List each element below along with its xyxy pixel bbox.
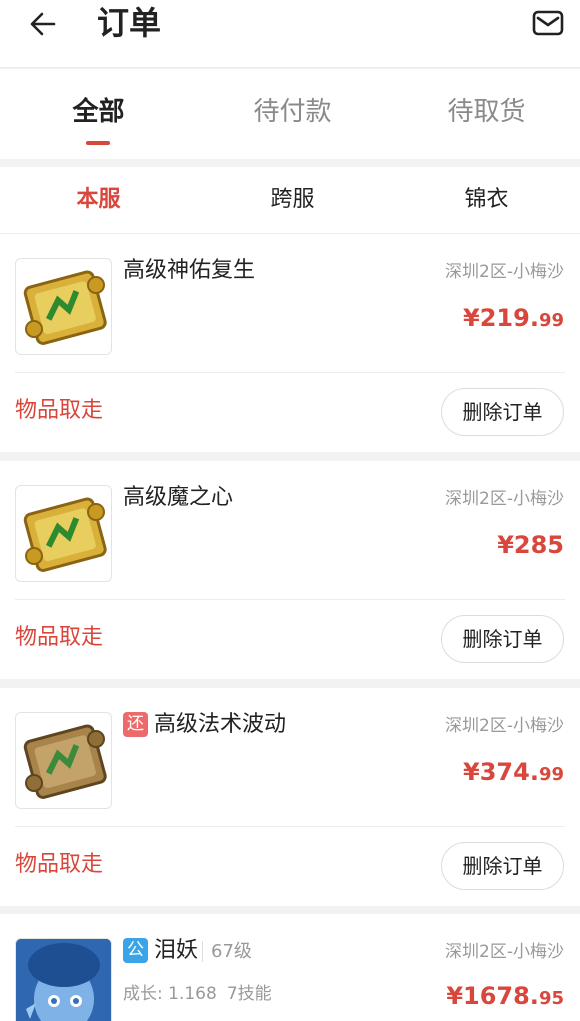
server-name: 深圳2区-小梅沙: [445, 942, 564, 962]
pet-order-card[interactable]: 公泪妖 67级 成长: 1.168 7技能 深圳2区-小梅沙 ¥1678.95: [0, 914, 580, 1021]
mail-icon[interactable]: [530, 8, 566, 38]
order-card[interactable]: 还高级法术波动 深圳2区-小梅沙 ¥374.99 物品取走 删除订单: [0, 688, 580, 906]
divider: [15, 372, 565, 373]
pet-growth: 成长: 1.168: [123, 984, 217, 1004]
item-thumbnail: [15, 485, 112, 582]
scroll-icon: [23, 724, 107, 799]
item-name-text: 高级法术波动: [154, 712, 287, 737]
order-status: 物品取走: [15, 398, 104, 423]
price: ¥1678.95: [446, 980, 564, 1015]
back-arrow-icon[interactable]: [24, 6, 64, 42]
price: ¥285: [497, 529, 564, 564]
price-cents: 99: [538, 310, 564, 331]
item-name: 高级神佑复生: [123, 258, 256, 283]
pet-stats: 成长: 1.168 7技能: [123, 982, 272, 1006]
order-status: 物品取走: [15, 852, 104, 877]
item-name: 还高级法术波动: [123, 710, 286, 740]
item-thumbnail: [15, 712, 112, 809]
price: ¥219.99: [463, 302, 564, 337]
scroll-icon: [23, 270, 107, 345]
tab-pending-pickup[interactable]: 待取货: [390, 95, 580, 129]
delete-order-button[interactable]: 删除订单: [441, 388, 564, 436]
subtab-costume[interactable]: 锦衣: [390, 185, 580, 215]
pet-skills: 7技能: [226, 984, 272, 1004]
price-main: ¥285: [497, 531, 564, 559]
server-name: 深圳2区-小梅沙: [445, 489, 564, 509]
divider: [15, 826, 565, 827]
item-thumbnail: [15, 258, 112, 355]
price-cents: 95: [538, 988, 564, 1009]
delete-order-button[interactable]: 删除订单: [441, 842, 564, 890]
subtab-local-server[interactable]: 本服: [2, 185, 195, 215]
order-card[interactable]: 高级神佑复生 深圳2区-小梅沙 ¥219.99 物品取走 删除订单: [0, 234, 580, 452]
pet-portrait-icon: [16, 939, 111, 1021]
pet-avatar: [15, 938, 112, 1021]
return-tag: 还: [123, 712, 148, 737]
pet-name: 公泪妖 67级: [123, 936, 252, 967]
scroll-icon: [23, 497, 107, 572]
item-name: 高级魔之心: [123, 485, 234, 510]
pet-name-text: 泪妖: [154, 938, 199, 963]
price-main: ¥1678.: [446, 982, 539, 1010]
price-main: ¥219.: [463, 304, 539, 332]
price-main: ¥374.: [463, 758, 539, 786]
subtab-cross-server[interactable]: 跨服: [196, 185, 389, 215]
price-cents: 99: [538, 764, 564, 785]
tab-all[interactable]: 全部: [2, 95, 195, 129]
public-tag: 公: [123, 938, 148, 963]
page-title: 订单: [97, 4, 162, 42]
tab-pending-payment[interactable]: 待付款: [196, 95, 389, 129]
price: ¥374.99: [463, 756, 564, 791]
pet-level: 67级: [202, 941, 252, 962]
divider: [15, 599, 565, 600]
server-name: 深圳2区-小梅沙: [445, 262, 564, 282]
order-card[interactable]: 高级魔之心 深圳2区-小梅沙 ¥285 物品取走 删除订单: [0, 461, 580, 679]
delete-order-button[interactable]: 删除订单: [441, 615, 564, 663]
server-tabs: 本服 跨服 锦衣: [0, 167, 580, 234]
server-name: 深圳2区-小梅沙: [445, 716, 564, 736]
order-tabs: 全部 待付款 待取货: [0, 69, 580, 159]
active-tab-indicator: [86, 141, 110, 145]
header-bar: 订单: [0, 0, 580, 68]
order-status: 物品取走: [15, 625, 104, 650]
